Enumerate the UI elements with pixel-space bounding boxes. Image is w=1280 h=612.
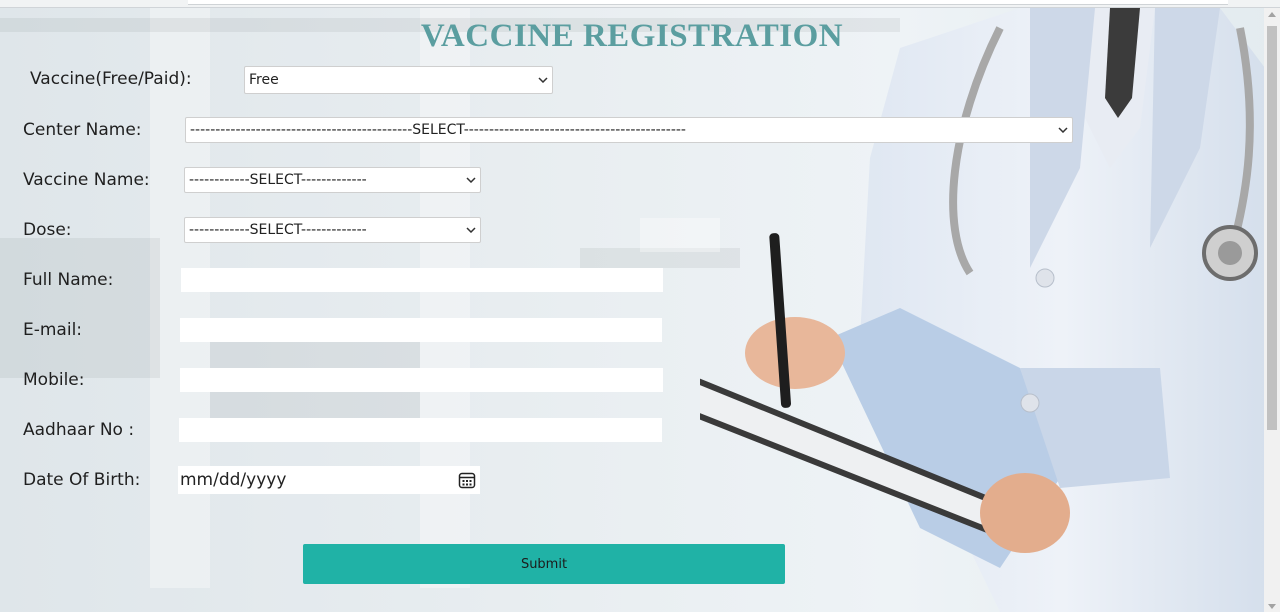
email-label: E-mail: <box>23 320 83 340</box>
chevron-down-icon <box>466 177 476 183</box>
dob-label: Date Of Birth: <box>23 470 141 490</box>
vaccine-type-value: Free <box>249 72 279 88</box>
submit-button[interactable]: Submit <box>303 544 785 584</box>
vaccine-name-value: ------------SELECT------------- <box>189 172 367 188</box>
center-name-label: Center Name: <box>23 120 142 140</box>
dob-input[interactable]: mm/dd/yyyy <box>178 466 480 494</box>
vaccine-type-select[interactable]: Free <box>244 66 553 94</box>
vaccine-name-select[interactable]: ------------SELECT------------- <box>184 167 481 193</box>
center-name-select[interactable]: ----------------------------------------… <box>185 117 1073 143</box>
address-bar-edge <box>188 0 1228 5</box>
calendar-icon[interactable] <box>458 471 476 489</box>
scroll-down-icon[interactable] <box>1268 604 1276 609</box>
dose-value: ------------SELECT------------- <box>189 222 367 238</box>
doctor-illustration <box>700 8 1265 612</box>
center-name-value: ----------------------------------------… <box>190 122 686 138</box>
chevron-down-icon <box>466 227 476 233</box>
vaccine-name-label: Vaccine Name: <box>23 170 150 190</box>
page-title: VACCINE REGISTRATION <box>420 18 844 54</box>
chevron-down-icon <box>1058 127 1068 133</box>
aadhaar-label: Aadhaar No : <box>23 420 135 440</box>
dose-select[interactable]: ------------SELECT------------- <box>184 217 481 243</box>
dose-label: Dose: <box>23 220 72 240</box>
scrollbar-thumb[interactable] <box>1267 26 1277 430</box>
vertical-scrollbar[interactable] <box>1264 8 1280 612</box>
browser-chrome <box>0 0 1280 8</box>
mobile-input[interactable] <box>180 368 663 392</box>
aadhaar-input[interactable] <box>179 418 662 442</box>
dob-placeholder: mm/dd/yyyy <box>180 470 287 490</box>
email-input[interactable] <box>180 318 662 342</box>
vaccine-type-label: Vaccine(Free/Paid): <box>30 69 192 89</box>
mobile-label: Mobile: <box>23 370 85 390</box>
scroll-up-icon[interactable] <box>1268 12 1276 17</box>
full-name-input[interactable] <box>181 268 663 292</box>
chevron-down-icon <box>538 77 548 83</box>
full-name-label: Full Name: <box>23 270 114 290</box>
